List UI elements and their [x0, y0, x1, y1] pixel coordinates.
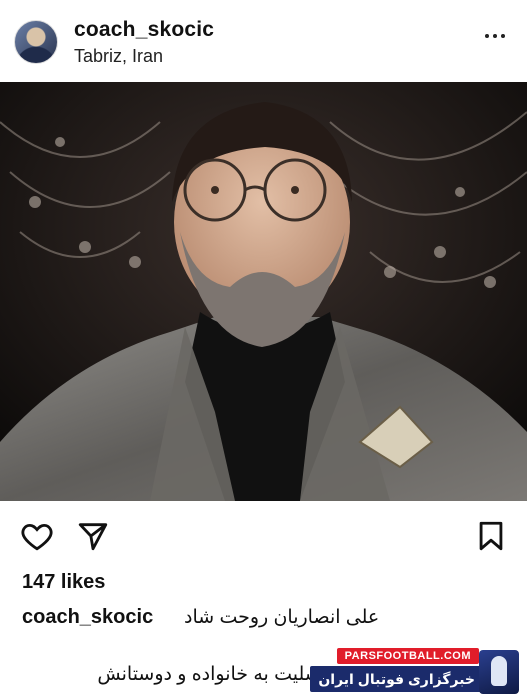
post-actions — [0, 501, 527, 565]
post-photo[interactable] — [0, 82, 527, 501]
likes-count[interactable]: 147 likes — [22, 571, 105, 594]
watermark-site: PARSFOOTBALL.COM — [336, 648, 479, 664]
more-options-icon[interactable] — [485, 30, 509, 42]
caption: coach_skocic علی انصاریان روحت شاد — [22, 606, 512, 636]
caption-text-line2: تسلیت به خانواده و دوستانش — [97, 664, 327, 685]
avatar[interactable] — [14, 20, 58, 64]
location[interactable]: Tabriz, Iran — [74, 46, 163, 67]
bookmark-icon[interactable] — [474, 519, 508, 553]
watermark-tagline: خبرگزاری فوتبال ایران — [310, 666, 483, 692]
watermark-logo-icon — [479, 650, 519, 694]
caption-text: علی انصاریان روحت شاد — [184, 607, 380, 628]
watermark: PARSFOOTBALL.COM خبرگزاری فوتبال ایران — [309, 648, 519, 696]
username[interactable]: coach_skocic — [74, 18, 214, 42]
share-icon[interactable] — [76, 519, 110, 553]
heart-icon[interactable] — [20, 519, 54, 553]
caption-username[interactable]: coach_skocic — [22, 606, 153, 629]
post-header: coach_skocic Tabriz, Iran — [0, 0, 527, 82]
